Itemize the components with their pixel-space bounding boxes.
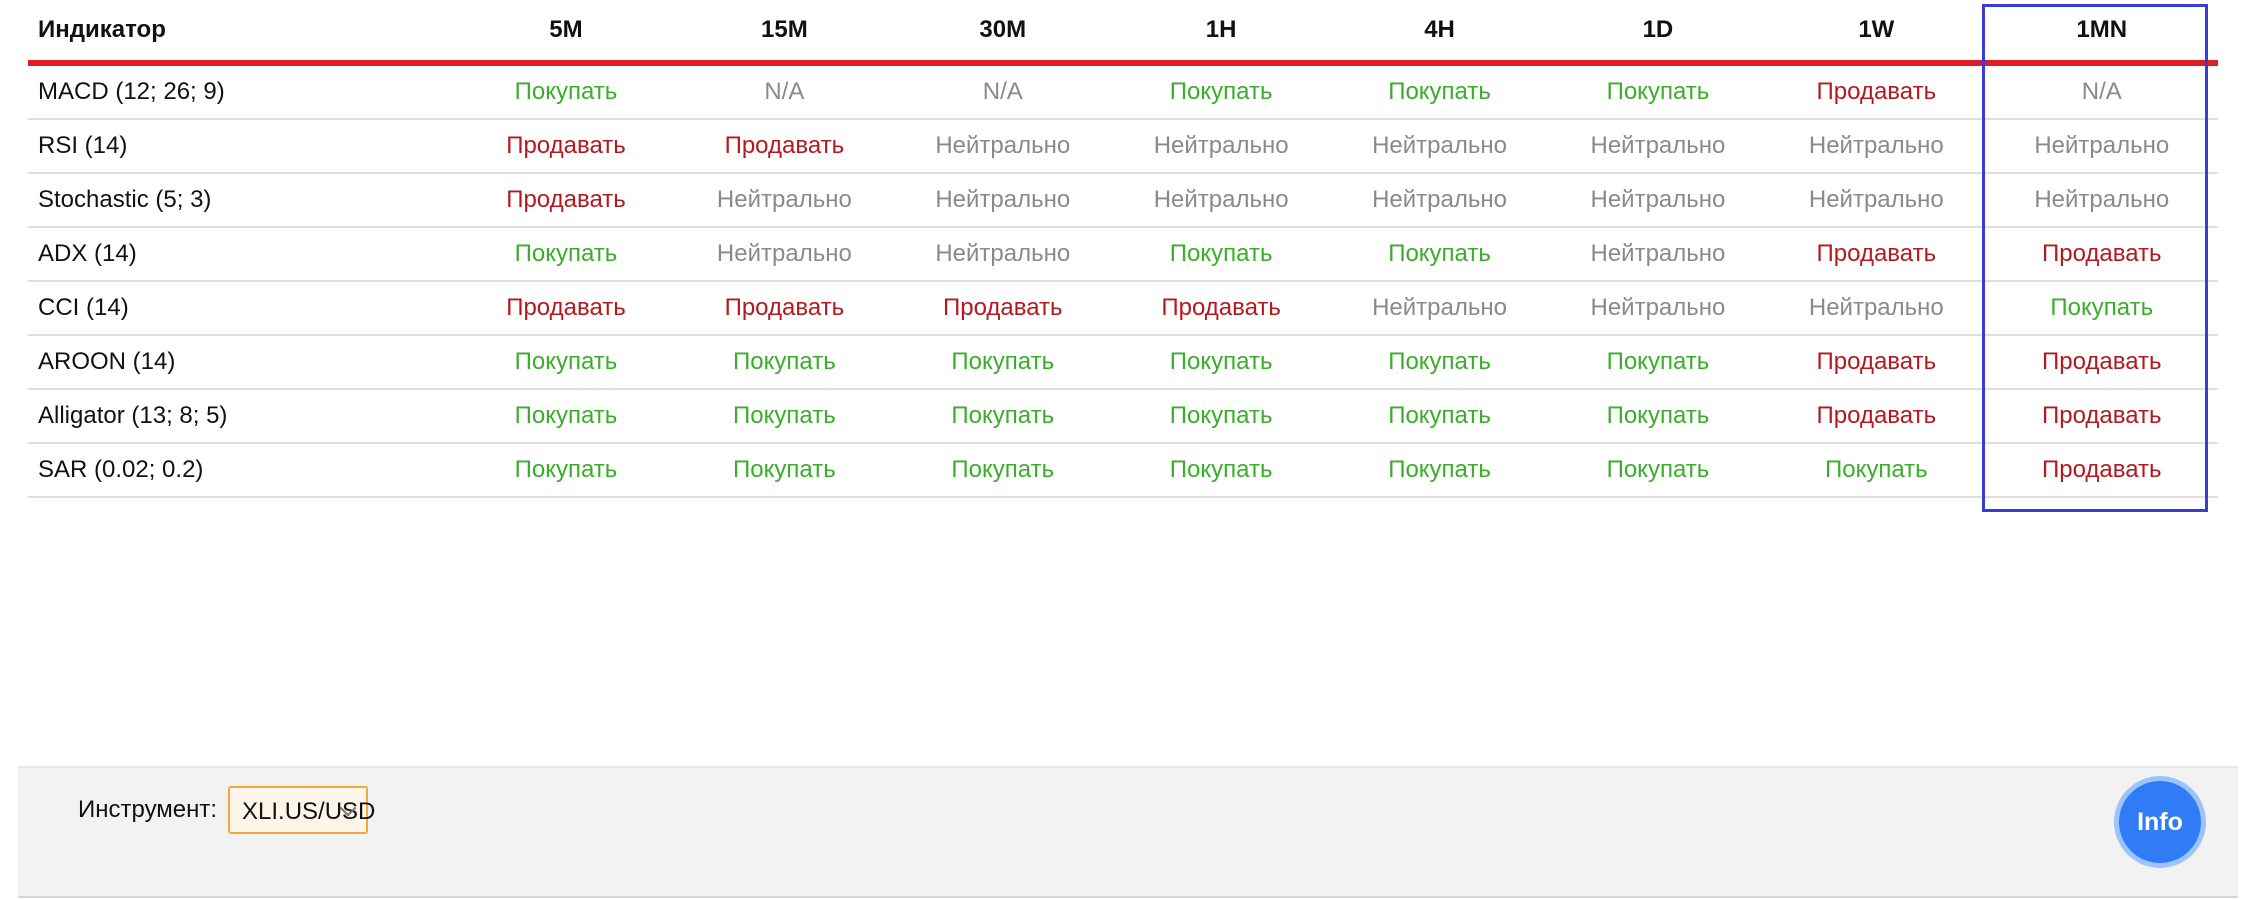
header-timeframe-1w: 1W bbox=[1767, 0, 1986, 66]
signal-cell: Покупать bbox=[675, 335, 894, 390]
signal-cell: Нейтрально bbox=[1985, 119, 2218, 174]
signal-cell: Продавать bbox=[1985, 335, 2218, 390]
signal-cell: Продавать bbox=[893, 281, 1112, 336]
signal-cell: Нейтрально bbox=[1330, 119, 1549, 174]
header-timeframe-15m: 15M bbox=[675, 0, 894, 66]
info-button[interactable]: Info bbox=[2114, 776, 2206, 868]
indicator-name: Stochastic (5; 3) bbox=[28, 173, 457, 228]
indicator-table: Индикатор 5M 15M 30M 1H 4H 1D 1W 1MN MAC… bbox=[28, 0, 2218, 498]
signal-cell: Нейтрально bbox=[1767, 173, 1986, 228]
table-header-row: Индикатор 5M 15M 30M 1H 4H 1D 1W 1MN bbox=[28, 0, 2218, 66]
header-timeframe-1mn: 1MN bbox=[1985, 0, 2218, 66]
signal-cell: Продавать bbox=[456, 173, 676, 228]
signal-cell: Покупать bbox=[675, 443, 894, 498]
instrument-select[interactable]: XLI.US/USD bbox=[228, 786, 375, 834]
instrument-select-value: XLI.US/USD bbox=[242, 798, 376, 825]
signal-cell: Нейтрально bbox=[893, 173, 1112, 228]
signal-cell: Продавать bbox=[1985, 227, 2218, 282]
signal-cell: Нейтрально bbox=[1985, 173, 2218, 228]
signal-cell: Покупать bbox=[1548, 389, 1768, 444]
signal-cell: Нейтрально bbox=[893, 227, 1112, 282]
signal-cell: N/A bbox=[1985, 63, 2218, 120]
signal-cell: Покупать bbox=[456, 227, 676, 282]
signal-cell: Продавать bbox=[1767, 389, 1986, 444]
signal-cell: Продавать bbox=[456, 119, 676, 174]
signal-cell: Покупать bbox=[1111, 63, 1331, 120]
signal-cell: Покупать bbox=[456, 63, 676, 120]
table-row: SAR (0.02; 0.2) Покупать Покупать Покупать П… bbox=[28, 443, 2218, 498]
table-row: ADX (14) Покупать Нейтрально Нейтрально Поку… bbox=[28, 227, 2218, 282]
signal-cell: Покупать bbox=[1330, 335, 1549, 390]
signal-cell: Покупать bbox=[893, 443, 1112, 498]
indicator-name: Alligator (13; 8; 5) bbox=[28, 389, 457, 444]
signal-cell: Покупать bbox=[1548, 335, 1768, 390]
indicator-name: SAR (0.02; 0.2) bbox=[28, 443, 457, 498]
signal-cell: Нейтрально bbox=[1548, 227, 1768, 282]
signal-cell: Покупать bbox=[1111, 227, 1331, 282]
signal-cell: Нейтрально bbox=[675, 227, 894, 282]
table-row: CCI (14) Продавать Продавать Продавать Прода… bbox=[28, 281, 2218, 336]
header-timeframe-1d: 1D bbox=[1548, 0, 1768, 66]
signal-cell: Покупать bbox=[1330, 443, 1549, 498]
signal-cell: Покупать bbox=[1330, 63, 1549, 120]
info-button-label: Info bbox=[2137, 807, 2183, 836]
indicator-table-body: MACD (12; 26; 9) Покупать N/A N/A Покупать По… bbox=[28, 63, 2218, 498]
signal-cell: Покупать bbox=[1548, 63, 1768, 120]
table-row: AROON (14) Покупать Покупать Покупать Покупа… bbox=[28, 335, 2218, 390]
signal-cell: Нейтрально bbox=[1767, 281, 1986, 336]
indicator-name: MACD (12; 26; 9) bbox=[28, 63, 457, 120]
signal-cell: N/A bbox=[675, 63, 894, 120]
signal-cell: Нейтрально bbox=[1330, 173, 1549, 228]
signal-cell: Покупать bbox=[1767, 443, 1986, 498]
indicator-name: RSI (14) bbox=[28, 119, 457, 174]
indicator-name: ADX (14) bbox=[28, 227, 457, 282]
signal-cell: Покупать bbox=[675, 389, 894, 444]
signal-cell: Покупать bbox=[456, 443, 676, 498]
header-timeframe-1h: 1H bbox=[1111, 0, 1331, 66]
table-row: Alligator (13; 8; 5) Покупать Покупать Поку… bbox=[28, 389, 2218, 444]
signal-cell: Продавать bbox=[1985, 443, 2218, 498]
header-timeframe-30m: 30M bbox=[893, 0, 1112, 66]
signal-cell: Покупать bbox=[1330, 389, 1549, 444]
indicator-table-container: Индикатор 5M 15M 30M 1H 4H 1D 1W 1MN MAC… bbox=[28, 0, 2218, 498]
signal-cell: Нейтрально bbox=[1548, 173, 1768, 228]
signal-cell: Нейтрально bbox=[675, 173, 894, 228]
signal-cell: Продавать bbox=[1111, 281, 1331, 336]
signal-cell: Нейтрально bbox=[1548, 119, 1768, 174]
signal-cell: Продавать bbox=[1767, 227, 1986, 282]
indicator-name: CCI (14) bbox=[28, 281, 457, 336]
signal-cell: Нейтрально bbox=[1767, 119, 1986, 174]
signal-cell: Покупать bbox=[1548, 443, 1768, 498]
signal-cell: Продавать bbox=[456, 281, 676, 336]
instrument-label: Инструмент: bbox=[78, 796, 218, 823]
signal-cell: Продавать bbox=[1767, 63, 1986, 120]
signal-cell: Покупать bbox=[893, 335, 1112, 390]
signal-cell: Покупать bbox=[1330, 227, 1549, 282]
signal-cell: Продавать bbox=[675, 281, 894, 336]
table-row: MACD (12; 26; 9) Покупать N/A N/A Покупать По… bbox=[28, 63, 2218, 120]
signal-cell: Продавать bbox=[675, 119, 894, 174]
header-timeframe-5m: 5M bbox=[456, 0, 676, 66]
signal-cell: Покупать bbox=[1111, 443, 1331, 498]
signal-cell: Покупать bbox=[1111, 335, 1331, 390]
signal-cell: Продавать bbox=[1985, 389, 2218, 444]
table-row: RSI (14) Продавать Продавать Нейтрально Нейт… bbox=[28, 119, 2218, 174]
signal-cell: Нейтрально bbox=[1111, 119, 1331, 174]
signal-cell: Нейтрально bbox=[893, 119, 1112, 174]
header-timeframe-4h: 4H bbox=[1330, 0, 1549, 66]
signal-cell: Нейтрально bbox=[1330, 281, 1549, 336]
signal-cell: Покупать bbox=[456, 389, 676, 444]
bottom-toolbar: Инструмент: XLI.US/USD bbox=[18, 766, 2238, 898]
signal-cell: Покупать bbox=[893, 389, 1112, 444]
signal-cell: N/A bbox=[893, 63, 1112, 120]
signal-cell: Нейтрально bbox=[1111, 173, 1331, 228]
table-row: Stochastic (5; 3) Продавать Нейтрально Нейт… bbox=[28, 173, 2218, 228]
indicator-name: AROON (14) bbox=[28, 335, 457, 390]
signal-cell: Покупать bbox=[456, 335, 676, 390]
signal-cell: Покупать bbox=[1111, 389, 1331, 444]
signal-cell: Продавать bbox=[1767, 335, 1986, 390]
header-indicator: Индикатор bbox=[28, 0, 457, 66]
signal-cell: Нейтрально bbox=[1548, 281, 1768, 336]
signal-cell: Покупать bbox=[1985, 281, 2218, 336]
